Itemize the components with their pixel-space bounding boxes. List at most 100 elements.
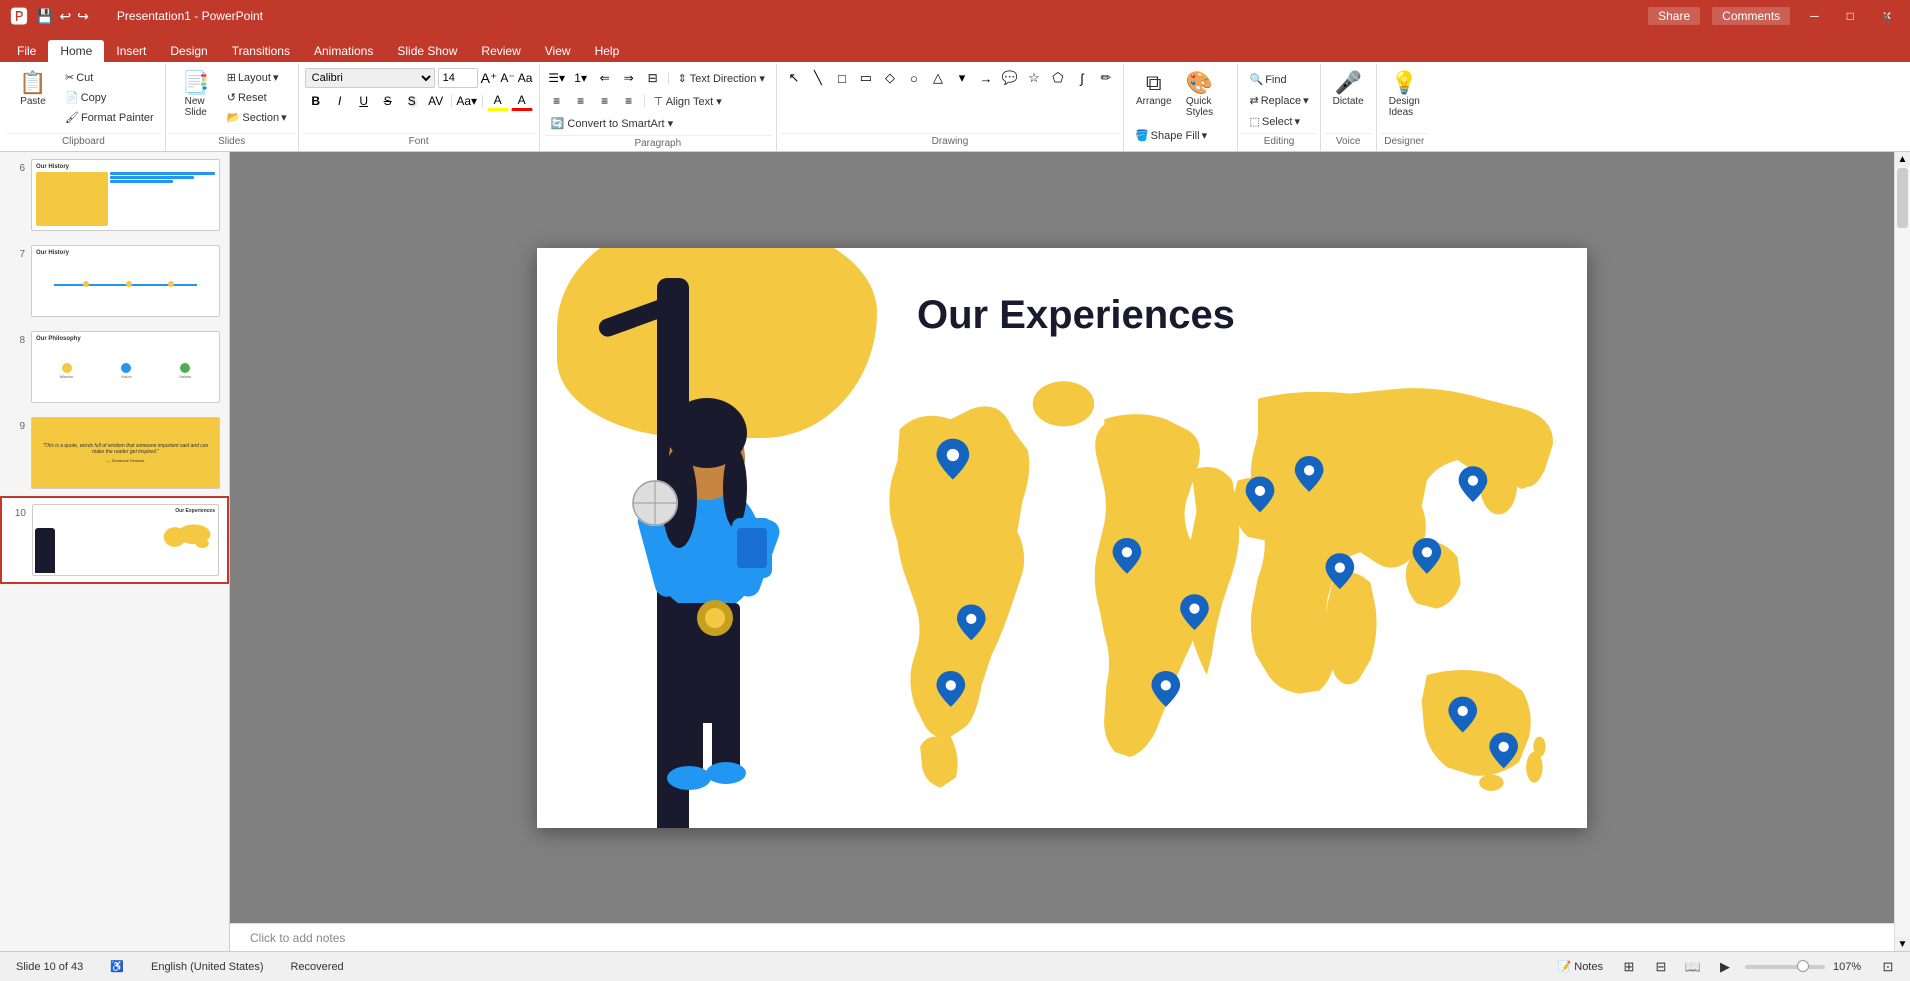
voice-label: Voice xyxy=(1325,133,1372,149)
numbering-button[interactable]: 1▾ xyxy=(570,68,592,88)
shadow-button[interactable]: S xyxy=(401,91,423,111)
accessibility-btn[interactable]: ♿ xyxy=(104,958,130,975)
underline-button[interactable]: U xyxy=(353,91,375,111)
tab-insert[interactable]: Insert xyxy=(104,40,158,62)
curve-tool[interactable]: ∫ xyxy=(1071,68,1093,88)
increase-indent[interactable]: ⇒ xyxy=(618,68,640,88)
section-button[interactable]: 📂 Section ▾ xyxy=(222,108,292,127)
find-button[interactable]: 🔍 Find xyxy=(1244,70,1291,89)
format-painter-button[interactable]: 🖌 Format Painter xyxy=(60,108,159,127)
undo-icon[interactable]: ↩ xyxy=(59,8,71,25)
ribbon-collapse[interactable]: ∧ xyxy=(1880,8,1892,28)
right-scrollbar[interactable]: ▲ ▼ xyxy=(1894,152,1910,951)
slide-item-10[interactable]: 10 Our Experiences xyxy=(0,496,229,584)
slide-item-9[interactable]: 9 "This is a quote, words full of wisdom… xyxy=(0,410,229,496)
zoom-thumb[interactable] xyxy=(1797,960,1809,972)
callout-tool[interactable]: 💬 xyxy=(999,68,1021,88)
zoom-slider[interactable] xyxy=(1745,965,1825,969)
redo-icon[interactable]: ↪ xyxy=(77,8,89,25)
slide-sorter-btn[interactable]: ⊟ xyxy=(1649,956,1673,978)
font-size-decrease[interactable]: A⁻ xyxy=(500,71,514,85)
text-direction-button[interactable]: ⇕ Text Direction ▾ xyxy=(673,69,770,88)
scroll-up[interactable]: ▲ xyxy=(1895,152,1910,166)
scroll-down[interactable]: ▼ xyxy=(1895,937,1910,951)
design-ideas-button[interactable]: 💡 DesignIdeas xyxy=(1383,68,1426,122)
align-text-button[interactable]: ⊤ Align Text ▾ xyxy=(649,92,727,111)
new-slide-button[interactable]: 📑 NewSlide xyxy=(172,68,220,122)
status-left: Slide 10 of 43 ♿ English (United States)… xyxy=(10,958,350,975)
select-tool[interactable]: ↖ xyxy=(783,68,805,88)
tab-home[interactable]: Home xyxy=(48,40,104,62)
rounded-rect-tool[interactable]: ▭ xyxy=(855,68,877,88)
justify[interactable]: ≡ xyxy=(618,91,640,111)
replace-button[interactable]: ⇄ Replace ▾ xyxy=(1244,91,1313,110)
arrow-tool[interactable]: → xyxy=(975,68,997,88)
tab-help[interactable]: Help xyxy=(583,40,632,62)
diamond-tool[interactable]: ◇ xyxy=(879,68,901,88)
align-right[interactable]: ≡ xyxy=(594,91,616,111)
font-size-increase[interactable]: A⁺ xyxy=(481,70,498,87)
comments-button[interactable]: Comments xyxy=(1712,7,1790,25)
language-btn[interactable]: English (United States) xyxy=(145,959,270,975)
minimize-btn[interactable]: ─ xyxy=(1802,9,1827,23)
reset-button[interactable]: ↺ Reset xyxy=(222,88,292,107)
align-center[interactable]: ≡ xyxy=(570,91,592,111)
bold-button[interactable]: B xyxy=(305,91,327,111)
italic-button[interactable]: I xyxy=(329,91,351,111)
tab-slideshow[interactable]: Slide Show xyxy=(385,40,469,62)
line-tool[interactable]: ╲ xyxy=(807,68,829,88)
font-color-button[interactable]: A xyxy=(511,91,533,111)
char-spacing-button[interactable]: AV xyxy=(425,91,447,111)
accessibility-icon: ♿ xyxy=(110,960,124,973)
arrange-button[interactable]: ⧉ Arrange xyxy=(1130,68,1178,111)
slideshow-view-btn[interactable]: ▶ xyxy=(1713,956,1737,978)
share-button[interactable]: Share xyxy=(1648,7,1700,25)
tab-design[interactable]: Design xyxy=(158,40,219,62)
slide-item-6[interactable]: 6 Our History xyxy=(0,152,229,238)
decrease-indent[interactable]: ⇐ xyxy=(594,68,616,88)
freeform-tool[interactable]: ✏ xyxy=(1095,68,1117,88)
pentagon-tool[interactable]: ⬠ xyxy=(1047,68,1069,88)
reading-view-btn[interactable]: 📖 xyxy=(1681,956,1705,978)
save-icon[interactable]: 💾 xyxy=(36,8,53,25)
tab-transitions[interactable]: Transitions xyxy=(220,40,302,62)
clear-formatting[interactable]: Aa xyxy=(518,71,533,85)
columns-button[interactable]: ⊟ xyxy=(642,68,664,88)
scroll-thumb[interactable] xyxy=(1897,168,1908,228)
rect-tool[interactable]: □ xyxy=(831,68,853,88)
tab-file[interactable]: File xyxy=(5,40,48,62)
more-shapes[interactable]: ▾ xyxy=(951,68,973,88)
tab-review[interactable]: Review xyxy=(469,40,532,62)
oval-tool[interactable]: ○ xyxy=(903,68,925,88)
copy-button[interactable]: 📄 Copy xyxy=(60,88,159,107)
slide-canvas[interactable]: Our Experiences xyxy=(230,152,1894,923)
select-button[interactable]: ⬚ Select ▾ xyxy=(1244,112,1305,131)
star-tool[interactable]: ☆ xyxy=(1023,68,1045,88)
notes-button[interactable]: 📝 Notes xyxy=(1552,958,1609,975)
highlight-color-button[interactable]: A xyxy=(487,91,509,111)
normal-view-btn[interactable]: ⊞ xyxy=(1617,956,1641,978)
bullets-button[interactable]: ☰▾ xyxy=(546,68,568,88)
align-left[interactable]: ≡ xyxy=(546,91,568,111)
slide-item-8[interactable]: 8 Our Philosophy Mission Vision xyxy=(0,324,229,410)
layout-button[interactable]: ⊞ Layout ▾ xyxy=(222,68,292,87)
slide-item-7[interactable]: 7 Our History xyxy=(0,238,229,324)
paste-button[interactable]: 📋 Paste xyxy=(8,68,58,111)
font-case-button[interactable]: Aa▾ xyxy=(456,91,478,111)
editing-group: 🔍 Find ⇄ Replace ▾ ⬚ Select ▾ Editing xyxy=(1238,64,1320,151)
shape-fill-button[interactable]: 🪣 Shape Fill ▾ xyxy=(1130,126,1232,145)
strikethrough-button[interactable]: S xyxy=(377,91,399,111)
slide-thumb-7: Our History xyxy=(31,245,220,317)
dictate-button[interactable]: 🎤 Dictate xyxy=(1327,68,1370,111)
font-name-select[interactable]: Calibri Arial Times New Roman xyxy=(305,68,435,88)
convert-smartart-button[interactable]: 🔄 Convert to SmartArt ▾ xyxy=(546,114,679,133)
triangle-tool[interactable]: △ xyxy=(927,68,949,88)
cut-button[interactable]: ✂ Cut xyxy=(60,68,159,87)
maximize-btn[interactable]: □ xyxy=(1839,9,1862,23)
tab-view[interactable]: View xyxy=(533,40,583,62)
font-size-input[interactable] xyxy=(438,68,478,88)
notes-bar[interactable]: Click to add notes xyxy=(230,923,1894,951)
quick-styles-button[interactable]: 🎨 QuickStyles xyxy=(1180,68,1220,122)
fit-slide-btn[interactable]: ⊡ xyxy=(1876,956,1900,978)
tab-animations[interactable]: Animations xyxy=(302,40,385,62)
